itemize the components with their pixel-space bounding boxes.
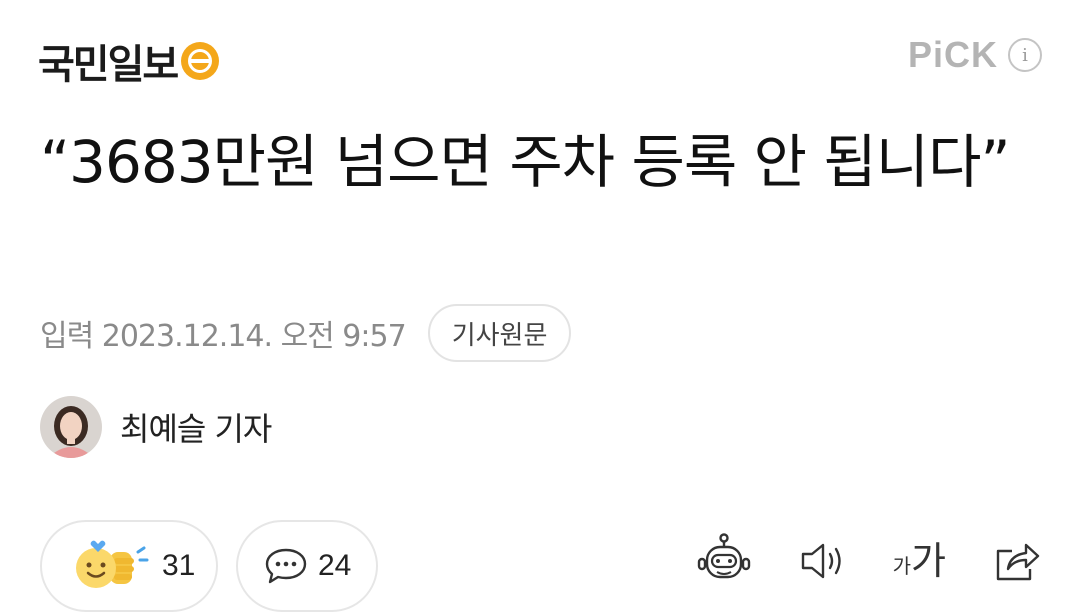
- share-icon: [996, 543, 1040, 581]
- summary-bot-button[interactable]: [695, 532, 753, 590]
- original-article-button[interactable]: 기사원문: [427, 304, 572, 362]
- read-aloud-button[interactable]: [799, 540, 847, 582]
- info-icon[interactable]: i: [1008, 38, 1042, 72]
- reporter[interactable]: 최예슬 기자: [40, 396, 272, 458]
- font-size-large-label: 가: [911, 539, 946, 583]
- publisher-name: 국민일보: [38, 42, 179, 88]
- reaction-button[interactable]: 31: [40, 520, 218, 612]
- published-date: 입력 2023.12.14. 오전 9:57: [40, 319, 407, 354]
- comment-button[interactable]: 24: [236, 520, 378, 612]
- publisher-logo[interactable]: 국민일보: [38, 32, 220, 90]
- comment-count: 24: [318, 549, 352, 582]
- reporter-avatar: [40, 396, 102, 458]
- font-size-button[interactable]: 가 가: [893, 542, 946, 580]
- publisher-logo-icon: [181, 42, 220, 80]
- comment-icon: [265, 548, 307, 584]
- article-title: “3683만원 넘으면 주차 등록 안 됩니다”: [40, 128, 1011, 196]
- pick-label: PiCK: [907, 34, 998, 75]
- pick-badge: PiCK i: [908, 34, 1042, 76]
- summary-bot-icon: [697, 533, 750, 579]
- article-meta: 입력 2023.12.14. 오전 9:57 기사원문: [40, 304, 572, 362]
- reaction-bar: 31 24: [40, 520, 378, 612]
- font-size-small-label: 가: [892, 554, 912, 578]
- reaction-icon: [76, 540, 149, 588]
- header: 국민일보 PiCK i: [38, 28, 1042, 88]
- avatar-image: [40, 396, 102, 458]
- article-tools: 가 가: [695, 532, 1042, 590]
- share-button[interactable]: [992, 539, 1042, 583]
- reaction-count: 31: [162, 549, 196, 582]
- reporter-name: 최예슬 기자: [120, 410, 272, 448]
- speaker-icon: [801, 543, 841, 579]
